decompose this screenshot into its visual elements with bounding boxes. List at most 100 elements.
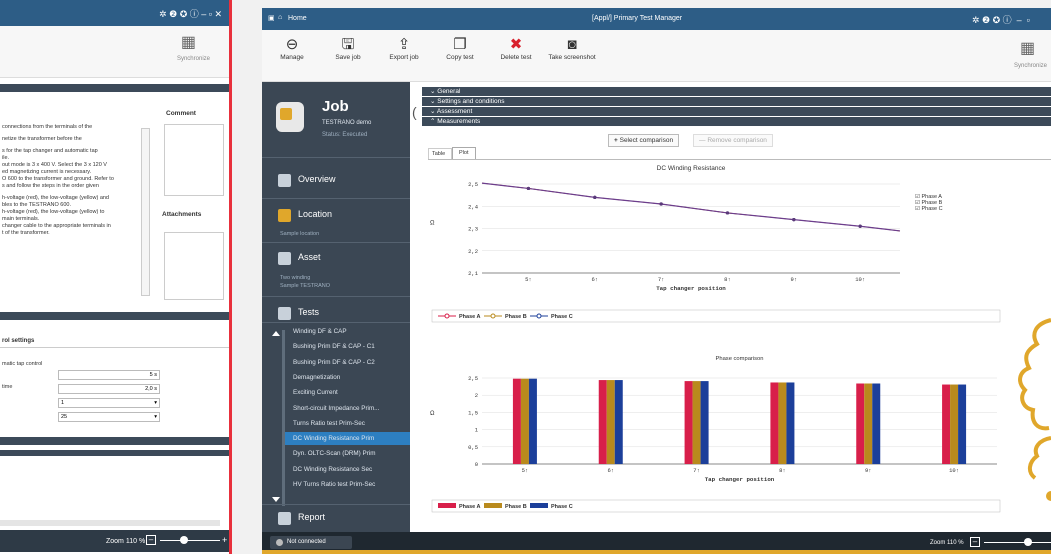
instruction-line: O 600 to the transformer and ground. Ref… [2, 176, 114, 182]
legend-label: Phase A [459, 504, 481, 510]
chevron-down-icon: ▾ [154, 414, 157, 420]
legend-label: Phase A [459, 314, 481, 320]
bar [692, 381, 701, 464]
divider [262, 322, 410, 323]
delete-icon: ✖ [509, 36, 523, 53]
app-menu-icon[interactable]: ▣ [268, 14, 275, 22]
instruction-line: out mode is 3 x 400 V. Select the 3 x 12… [2, 162, 107, 168]
section-assessment[interactable]: ⌄ Assessment [422, 107, 1051, 116]
zoom-slider-handle[interactable] [180, 536, 188, 544]
zoom-slider-handle[interactable] [1024, 538, 1032, 546]
zoom-out-button[interactable]: – [970, 537, 980, 547]
test-item[interactable]: Bushing Prim DF & CAP - C2 [293, 359, 375, 366]
instruction-line: changer cable to the appropriate termina… [2, 223, 111, 229]
expand-arrow-icon[interactable] [272, 497, 280, 502]
window-controls[interactable]: ✲ ❷ ✪ ⓘ – ▫ ✕ [159, 7, 222, 20]
phase-c-checkbox[interactable]: ☑ Phase C [915, 206, 943, 212]
test-item[interactable]: DC Winding Resistance Prim [293, 435, 374, 442]
test-item[interactable]: Demagnetization [293, 374, 340, 381]
zoom-slider[interactable] [984, 542, 1051, 543]
zoom-out-button[interactable]: – [146, 535, 156, 545]
control-settings-title: rol settings [2, 338, 35, 344]
toolbar-label: Take screenshot [548, 54, 596, 61]
take-screenshot-button[interactable]: ◙ Take screenshot [544, 36, 600, 61]
window-controls[interactable]: ✲ ❷ ✪ ⓘ – ▫ [972, 13, 1030, 26]
instruction-line: h-voltage (red), the low-voltage (yellow… [2, 195, 109, 201]
attachments-field[interactable] [164, 232, 224, 300]
legend-label: Phase B [505, 504, 527, 510]
data-point [858, 224, 862, 228]
section-label: General [437, 88, 461, 95]
toolbar-label: Manage [280, 54, 304, 61]
nav-report-label: Report [298, 512, 326, 522]
remove-comparison-label: Remove comparison [707, 137, 767, 144]
home-icon[interactable]: ⌂ [278, 14, 282, 21]
section-general[interactable]: ⌄ General [422, 87, 1051, 96]
scrollbar[interactable] [141, 128, 150, 296]
time-field[interactable]: 5 s [58, 370, 160, 380]
export-job-button[interactable]: ⇪ Export job [376, 36, 432, 61]
collapse-arrow-icon[interactable] [272, 331, 280, 336]
phase-checkbox-group: ☑ Phase A ☑ Phase B ☑ Phase C [915, 194, 943, 212]
overview-icon [278, 174, 291, 187]
instruction-line: ile. [2, 155, 10, 161]
x-tick-label: 10↑ [949, 467, 959, 474]
select-1[interactable]: 1 ▾ [58, 398, 160, 408]
tab-plot[interactable]: Plot [452, 147, 476, 159]
synchronize-icon[interactable]: ▦ [181, 32, 196, 52]
test-item[interactable]: Short-circuit Impedance Prim... [293, 405, 379, 412]
x-tick-label: 5↑ [522, 467, 529, 474]
tab-table[interactable]: Table [428, 148, 452, 159]
remove-comparison-button[interactable]: — Remove comparison [693, 134, 773, 147]
bar [778, 382, 787, 464]
bar-chart: Phase comparison 0 0,5 1 1,5 2 2,5 5↑ 6↑ 7↑ 8↑ 9↑ 10… [430, 356, 1001, 513]
toolbar-label: Save job [335, 54, 361, 61]
horizontal-scrollbar[interactable] [0, 520, 220, 526]
bar [606, 380, 615, 464]
report-icon [278, 512, 291, 525]
legend-swatch [484, 503, 502, 508]
tab-divider [428, 159, 1051, 160]
synchronize-icon[interactable]: ▦ [1020, 38, 1035, 58]
comment-field[interactable] [164, 124, 224, 196]
copy-test-button[interactable]: ❐ Copy test [432, 36, 488, 61]
bar [856, 383, 865, 464]
test-item[interactable]: Turns Ratio test Prim-Sec [293, 420, 365, 427]
section-bar [0, 437, 229, 445]
connection-status[interactable]: Not connected [270, 536, 352, 549]
test-item[interactable]: Exciting Current [293, 389, 338, 396]
section-settings[interactable]: ⌄ Settings and conditions [422, 97, 1051, 106]
section-bar [0, 84, 229, 92]
y-tick-label: 2,5 [468, 181, 478, 188]
delete-test-button[interactable]: ✖ Delete test [488, 36, 544, 61]
data-point [725, 211, 730, 215]
test-item[interactable]: DC Winding Resistance Sec [293, 466, 372, 473]
test-item[interactable]: HV Turns Ratio test Prim-Sec [293, 481, 375, 488]
status-dot-icon [276, 539, 283, 546]
job-status: Status: Executed [322, 132, 368, 138]
legend-label: Phase B [505, 314, 527, 320]
synchronize-label[interactable]: Synchronize [177, 56, 210, 62]
toolbar-label: Delete test [500, 54, 532, 61]
section-measurements[interactable]: ⌃ Measurements [422, 117, 1051, 126]
zoom-in-button[interactable]: + [222, 535, 227, 545]
x-tick-label: 8↑ [724, 276, 731, 283]
select-2[interactable]: 25 ▾ [58, 412, 160, 422]
home-link[interactable]: Home [288, 15, 307, 22]
test-item[interactable]: Winding DF & CAP [293, 328, 347, 335]
zoom-slider[interactable] [160, 540, 220, 541]
main-panel: ⌄ General ⌄ Settings and conditions ⌄ As… [422, 82, 1051, 532]
manage-button[interactable]: ⊖ Manage [264, 36, 320, 61]
bar [528, 378, 537, 464]
select-comparison-button[interactable]: + Select comparison [608, 134, 680, 147]
time-field-2[interactable]: 2,0 s [58, 384, 160, 394]
data-point [526, 186, 531, 191]
test-item[interactable]: Bushing Prim DF & CAP - C1 [293, 343, 375, 350]
test-item[interactable]: Dyn. OLTC-Scan (DRM) Prim [293, 450, 375, 457]
save-job-button[interactable]: 🖫 Save job [320, 36, 376, 61]
collapse-handle[interactable]: ( [412, 104, 417, 120]
arrow-left-icon: ⊖ [285, 36, 299, 53]
synchronize-label[interactable]: Synchronize [1014, 63, 1047, 69]
title-bar: ▣ ⌂ Home [Appl/] Primary Test Manager ✲ … [262, 8, 1051, 30]
main-window: ▣ ⌂ Home [Appl/] Primary Test Manager ✲ … [262, 8, 1051, 554]
